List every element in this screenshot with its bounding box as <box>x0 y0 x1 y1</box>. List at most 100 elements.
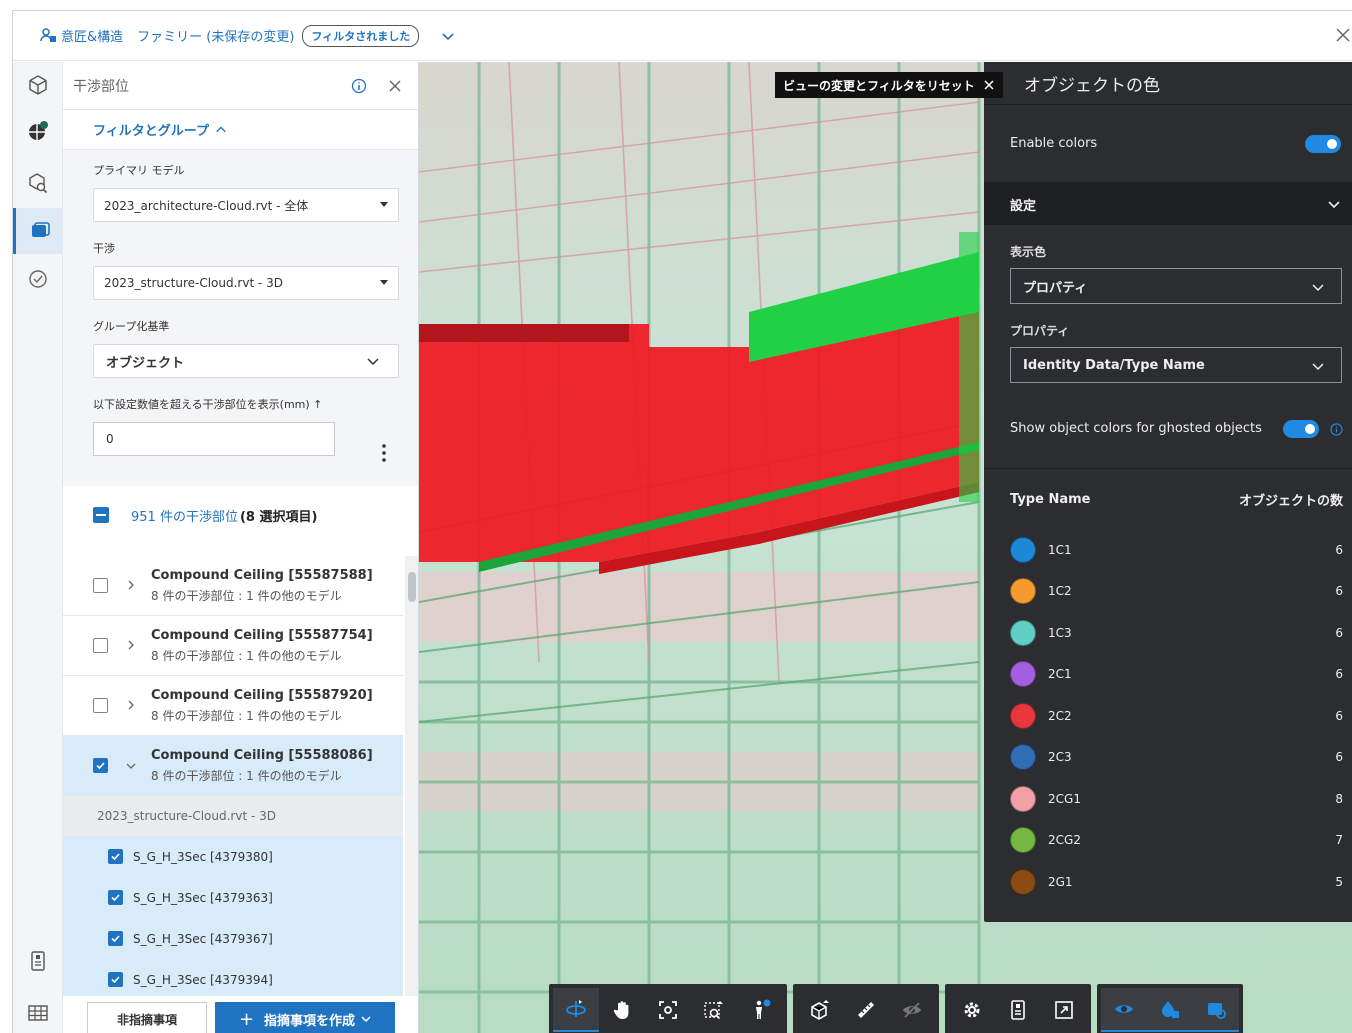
zoom-button[interactable] <box>645 988 691 1032</box>
color-row[interactable]: 1C3 6 <box>984 612 1352 654</box>
chevron-right-icon[interactable] <box>127 640 135 650</box>
chevron-down-icon <box>1328 201 1340 209</box>
zoom-window-button[interactable] <box>691 988 737 1032</box>
color-swatch[interactable] <box>1010 785 1036 812</box>
chevron-right-icon[interactable] <box>127 700 135 710</box>
chevron-right-icon[interactable] <box>127 580 135 590</box>
color-row[interactable]: 1C2 6 <box>984 571 1352 613</box>
rail-properties-button[interactable] <box>13 938 63 984</box>
scrollbar-thumb[interactable] <box>408 572 416 602</box>
sub-item-checkbox[interactable] <box>108 931 123 946</box>
primary-model-select[interactable]: 2023_architecture-Cloud.rvt - 全体 <box>93 188 399 222</box>
color-swatch[interactable] <box>1010 827 1036 854</box>
select-all-checkbox[interactable] <box>93 507 109 523</box>
check-icon <box>111 976 120 984</box>
rail-clash-button[interactable] <box>13 208 63 254</box>
first-person-button[interactable] <box>737 988 783 1032</box>
close-icon[interactable] <box>387 78 403 94</box>
section-button[interactable] <box>797 988 843 1032</box>
type-name: 1C1 <box>1048 542 1072 557</box>
color-swatch[interactable] <box>1010 578 1036 605</box>
reset-view-tooltip[interactable]: ビューの変更とフィルタをリセット <box>775 72 1003 98</box>
sub-item-checkbox[interactable] <box>108 849 123 864</box>
clash-view-button[interactable] <box>1193 988 1239 1032</box>
rail-model-button[interactable] <box>13 62 63 108</box>
create-issue-button[interactable]: + 指摘事項を作成 <box>215 1002 395 1033</box>
properties-button[interactable] <box>995 988 1041 1032</box>
color-row[interactable]: 2CG2 7 <box>984 820 1352 862</box>
sub-item[interactable]: S_G_H_3Sec [4379380] <box>63 836 403 877</box>
rail-issues-button[interactable] <box>13 256 63 302</box>
hide-button[interactable] <box>889 988 935 1032</box>
color-swatch[interactable] <box>1010 702 1036 729</box>
color-swatch[interactable] <box>1010 661 1036 688</box>
info-icon[interactable] <box>351 78 367 94</box>
breadcrumb-item-2[interactable]: ファミリー (未保存の変更) <box>137 26 294 45</box>
settings-button[interactable] <box>949 988 995 1032</box>
row-checkbox[interactable] <box>93 578 108 593</box>
chevron-down-icon[interactable] <box>441 29 455 43</box>
color-row[interactable]: 2C2 6 <box>984 695 1352 737</box>
filter-group-toggle[interactable]: フィルタとグループ <box>63 110 418 150</box>
list-scrollbar[interactable] <box>405 556 418 996</box>
rail-search-model-button[interactable] <box>13 160 63 206</box>
clash-count[interactable]: 951 件の干渉部位 <box>131 506 238 525</box>
non-issue-button[interactable]: 非指摘事項 <box>87 1002 207 1033</box>
zoom-fit-icon <box>659 1001 677 1019</box>
enable-colors-toggle[interactable] <box>1305 135 1341 153</box>
ghost-colors-toggle[interactable] <box>1283 420 1319 438</box>
color-row[interactable]: 1C1 6 <box>984 529 1352 571</box>
color-row[interactable]: 2C1 6 <box>984 654 1352 696</box>
pan-button[interactable] <box>599 988 645 1032</box>
row-checkbox[interactable] <box>93 638 108 653</box>
sub-item[interactable]: S_G_H_3Sec [4379367] <box>63 918 403 959</box>
breadcrumb-item-1[interactable]: 意匠&構造 <box>61 26 123 45</box>
document-icon <box>31 951 45 971</box>
property-select[interactable]: Identity Data/Type Name <box>1010 347 1342 383</box>
display-color-select[interactable]: プロパティ <box>1010 268 1342 304</box>
display-color-label: 表示色 <box>1010 245 1047 259</box>
measure-button[interactable] <box>843 988 889 1032</box>
fullscreen-button[interactable] <box>1041 988 1087 1032</box>
row-title: Compound Ceiling [55588086] <box>151 748 373 763</box>
rail-table-button[interactable] <box>13 990 63 1033</box>
3d-viewer[interactable]: ビューの変更とフィルタをリセット オブジェクトの色 Enable colors … <box>419 62 1352 1033</box>
list-item[interactable]: Compound Ceiling [55587754] 8 件の干渉部位 : 1… <box>63 616 403 676</box>
color-swatch[interactable] <box>1010 868 1036 895</box>
color-row[interactable]: 2CG1 8 <box>984 778 1352 820</box>
measure-tool-group <box>793 984 939 1033</box>
type-name-column[interactable]: Type Name <box>1010 492 1090 507</box>
list-item[interactable]: Compound Ceiling [55587920] 8 件の干渉部位 : 1… <box>63 676 403 736</box>
settings-section-toggle[interactable]: 設定 <box>984 183 1352 225</box>
orbit-button[interactable] <box>553 988 599 1032</box>
info-icon[interactable] <box>1330 423 1343 436</box>
row-checkbox-checked[interactable] <box>93 758 108 773</box>
color-swatch[interactable] <box>1010 619 1036 646</box>
rail-sections-button[interactable] <box>13 108 63 154</box>
sub-item-checkbox[interactable] <box>108 972 123 987</box>
row-checkbox[interactable] <box>93 698 108 713</box>
color-swatch[interactable] <box>1010 536 1036 563</box>
chevron-down-icon[interactable] <box>126 762 136 770</box>
object-count-column[interactable]: オブジェクトの数 <box>1239 490 1343 509</box>
check-circle-icon <box>29 270 47 288</box>
check-icon <box>111 935 120 943</box>
ghost-button[interactable] <box>1101 988 1147 1032</box>
close-icon[interactable] <box>983 79 995 91</box>
more-options-icon[interactable] <box>381 443 387 463</box>
color-row[interactable]: 2C3 6 <box>984 737 1352 779</box>
color-swatch[interactable] <box>1010 744 1036 771</box>
tool-rail <box>13 62 63 1033</box>
sub-item-checkbox[interactable] <box>108 890 123 905</box>
color-button[interactable] <box>1147 988 1193 1032</box>
threshold-input[interactable]: 0 <box>93 422 335 456</box>
filtered-badge: フィルタされました <box>302 24 420 47</box>
sub-item[interactable]: S_G_H_3Sec [4379363] <box>63 877 403 918</box>
list-item[interactable]: Compound Ceiling [55587588] 8 件の干渉部位 : 1… <box>63 556 403 616</box>
color-row[interactable]: 2G1 5 <box>984 861 1352 903</box>
close-icon[interactable] <box>1335 27 1351 43</box>
group-by-select[interactable]: オブジェクト <box>93 344 399 378</box>
list-item-selected[interactable]: Compound Ceiling [55588086] 8 件の干渉部位 : 1… <box>63 736 403 796</box>
sub-item[interactable]: S_G_H_3Sec [4379394] <box>63 959 403 1000</box>
clash-model-select[interactable]: 2023_structure-Cloud.rvt - 3D <box>93 266 399 300</box>
